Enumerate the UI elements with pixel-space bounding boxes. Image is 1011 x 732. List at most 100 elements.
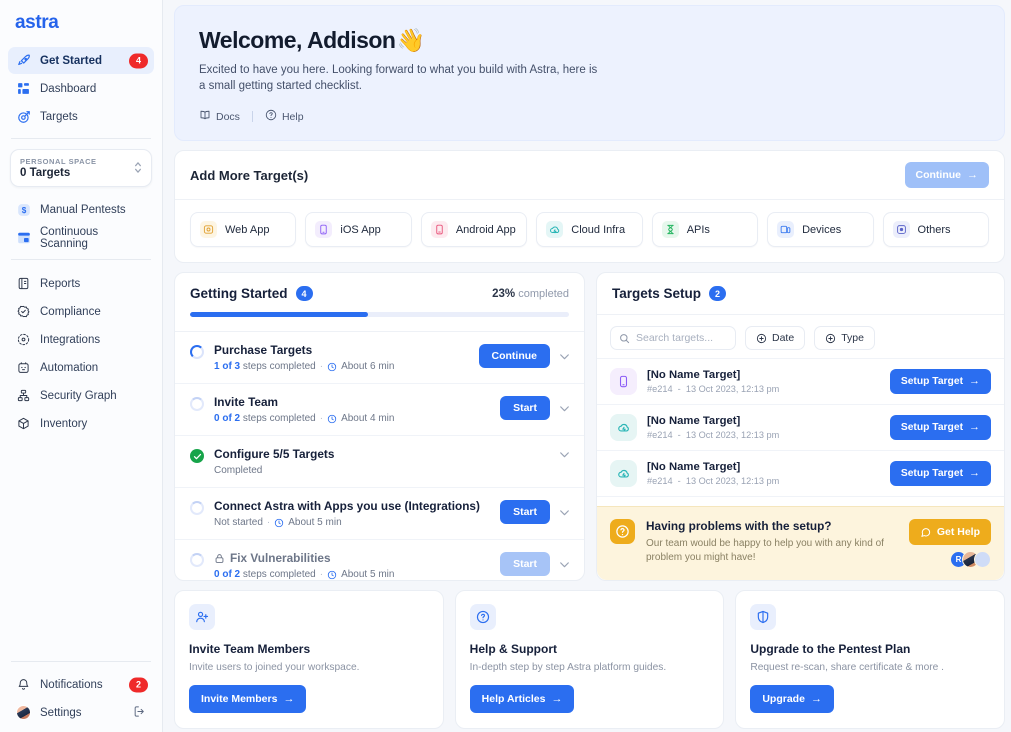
progress-ring-icon (190, 501, 204, 515)
welcome-links: Docs Help (199, 109, 980, 124)
space-value: 0 Targets (20, 167, 71, 179)
help-link[interactable]: Help (265, 109, 304, 124)
setup-target-button[interactable]: Setup Target → (889, 461, 991, 486)
target-type-chip-cloud-infra[interactable]: Cloud Infra (536, 212, 643, 247)
progress-percent: 23% (492, 287, 516, 300)
target-type-chip-web-app[interactable]: Web App (190, 212, 297, 247)
sidebar-secondary-nav: $ Manual Pentests Continuous Scanning (0, 193, 162, 252)
setup-target-label: Setup Target (900, 376, 963, 387)
help-circle-icon (469, 604, 496, 630)
sidebar-item-settings[interactable]: Settings (8, 699, 154, 726)
sidebar-item-compliance[interactable]: Compliance (8, 298, 154, 325)
search-input[interactable] (636, 332, 727, 344)
task-action-button[interactable]: Start (500, 500, 550, 524)
sidebar-divider-2 (11, 259, 151, 260)
sidebar-item-automation[interactable]: Automation (8, 354, 154, 381)
get-help-button[interactable]: Get Help (908, 519, 991, 545)
target-id: #e214 (647, 384, 673, 394)
sidebar-item-continuous-scanning[interactable]: Continuous Scanning (8, 224, 154, 251)
invite-team-card: Invite Team Members Invite users to join… (174, 590, 444, 729)
task-action-button[interactable]: Start (500, 396, 550, 420)
arrow-right-icon: → (967, 168, 978, 181)
chevron-down-icon[interactable] (558, 558, 571, 571)
sidebar-item-security-graph[interactable]: Security Graph (8, 382, 154, 409)
web-app-icon (200, 221, 217, 238)
help-support-card: Help & Support In-depth step by step Ast… (454, 590, 725, 729)
help-banner-body: Our team would be happy to help you with… (646, 538, 884, 563)
sidebar-item-integrations[interactable]: Integrations (8, 326, 154, 353)
plus-circle-icon (825, 333, 836, 344)
sidebar-item-targets[interactable]: Targets (8, 103, 154, 130)
filter-date-button[interactable]: Date (745, 326, 806, 350)
progress-suffix: completed (518, 287, 569, 300)
task-row[interactable]: Invite Team 0 of 2 steps completed · Abo… (175, 384, 584, 436)
setup-target-button[interactable]: Setup Target → (889, 369, 991, 394)
question-circle-icon (610, 519, 635, 544)
target-type-chip-android-app[interactable]: Android App (420, 212, 528, 247)
brand-logo[interactable]: astra (0, 0, 162, 44)
help-articles-button[interactable]: Help Articles → (469, 685, 575, 713)
target-meta: #e214 - 13 Oct 2023, 12:13 pm (647, 430, 780, 440)
getting-started-badge: 4 (295, 286, 313, 301)
get-started-badge: 4 (129, 53, 148, 68)
chevron-down-icon[interactable] (558, 506, 571, 519)
arrow-right-icon: → (969, 467, 980, 479)
add-targets-continue-button[interactable]: Continue → (904, 162, 989, 188)
sidebar-item-get-started[interactable]: Get Started 4 (8, 47, 154, 74)
sidebar-item-label: Manual Pentests (40, 203, 126, 216)
avatar (16, 705, 31, 720)
arrow-right-icon: → (551, 692, 563, 705)
task-row[interactable]: Configure 5/5 Targets Completed (175, 436, 584, 488)
docs-link[interactable]: Docs (199, 109, 240, 124)
target-type-chip-others[interactable]: Others (882, 212, 989, 247)
search-box[interactable] (610, 326, 736, 350)
setup-target-label: Setup Target (900, 468, 963, 479)
upgrade-button[interactable]: Upgrade → (750, 685, 834, 713)
invite-members-button[interactable]: Invite Members → (189, 685, 307, 713)
sidebar-primary-nav: Get Started 4 Dashboard Targets (0, 44, 162, 131)
getting-started-title-wrap: Getting Started 4 (190, 286, 313, 301)
progress-track (190, 312, 569, 317)
integrations-icon (16, 332, 31, 347)
sidebar-item-inventory[interactable]: Inventory (8, 410, 154, 437)
target-type-chip-devices[interactable]: Devices (767, 212, 874, 247)
targets-filter-bar: Date Type (597, 315, 1004, 358)
sidebar-item-label: Reports (40, 277, 81, 290)
target-row[interactable]: [No Name Target] #e214 - 13 Oct 2023, 12… (597, 404, 1004, 450)
chevron-down-icon[interactable] (558, 448, 571, 461)
support-avatar-stack: R (950, 551, 991, 568)
dot-separator: · (319, 569, 324, 580)
task-row[interactable]: Fix Vulnerabilities 0 of 2 steps complet… (175, 540, 584, 580)
help-circle-icon (265, 109, 277, 124)
filter-label: Date (772, 332, 795, 344)
task-steps: 1 of 3 (214, 361, 241, 372)
task-subtitle: 0 of 2 steps completed · About 5 min (214, 569, 490, 580)
target-type-chip-apis[interactable]: APIs (651, 212, 759, 247)
progress-ring-icon (190, 345, 204, 359)
targets-setup-card: Targets Setup 2 Date (596, 272, 1005, 581)
sidebar-item-dashboard[interactable]: Dashboard (8, 75, 154, 102)
space-selector[interactable]: PERSONAL SPACE 0 Targets (10, 149, 152, 187)
sidebar-item-label: Notifications (40, 678, 103, 691)
filter-type-button[interactable]: Type (814, 326, 875, 350)
task-row[interactable]: Connect Astra with Apps you use (Integra… (175, 488, 584, 540)
setup-target-button[interactable]: Setup Target → (889, 415, 991, 440)
target-type-chip-ios-app[interactable]: iOS App (305, 212, 412, 247)
dot-separator: · (319, 413, 324, 424)
getting-started-title: Getting Started (190, 286, 288, 301)
chip-label: Web App (225, 223, 270, 236)
chevron-down-icon[interactable] (558, 350, 571, 363)
sidebar-item-reports[interactable]: Reports (8, 270, 154, 297)
sidebar-item-notifications[interactable]: Notifications 2 (8, 671, 154, 698)
sidebar-item-manual-pentests[interactable]: $ Manual Pentests (8, 196, 154, 223)
chevron-down-icon[interactable] (558, 402, 571, 415)
task-row[interactable]: Purchase Targets 1 of 3 steps completed … (175, 332, 584, 384)
sidebar-item-label: Targets (40, 110, 78, 123)
target-row[interactable]: [No Name Target] #e214 - 13 Oct 2023, 12… (597, 450, 1004, 496)
logout-icon[interactable] (133, 705, 146, 721)
target-type-chip-list: Web App iOS App Android App Cloud Infra … (175, 200, 1004, 262)
target-row[interactable]: [No Name Target] #e214 - 13 Oct 2023, 12… (597, 358, 1004, 404)
task-action-button[interactable]: Continue (478, 344, 550, 368)
target-name: [No Name Target] (647, 461, 741, 473)
sidebar-item-label: Inventory (40, 417, 88, 430)
